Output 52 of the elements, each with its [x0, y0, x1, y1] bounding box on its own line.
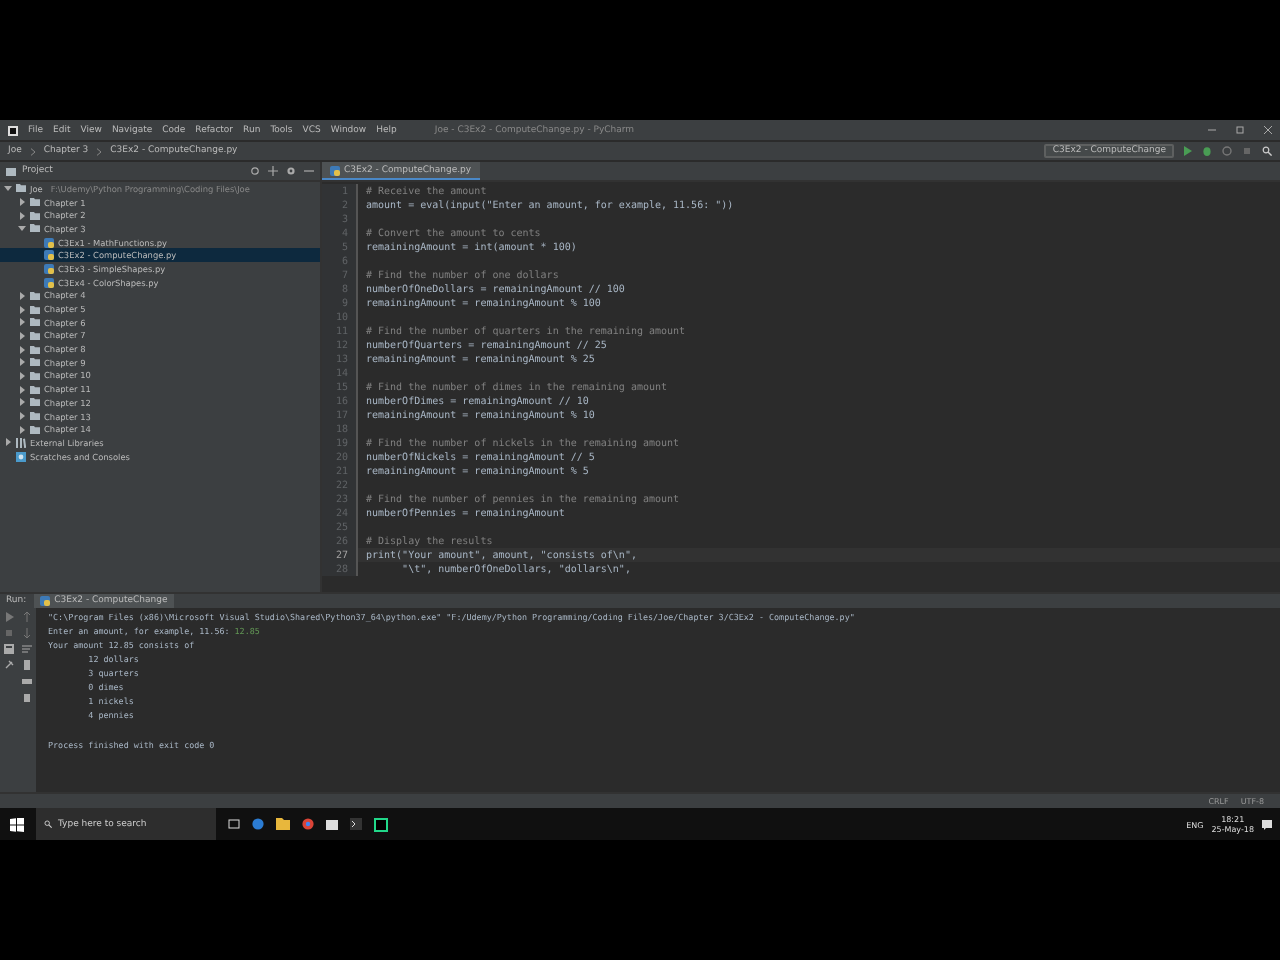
task-view-icon[interactable]	[228, 818, 240, 830]
python-file-icon	[40, 596, 51, 606]
layout-icon[interactable]	[3, 644, 14, 654]
expanded-arrow-icon[interactable]	[4, 184, 12, 193]
edge-icon[interactable]	[252, 818, 264, 830]
up-arrow-icon[interactable]	[22, 612, 33, 622]
pycharm-icon[interactable]	[374, 817, 388, 831]
collapsed-arrow-icon[interactable]	[18, 398, 26, 407]
close-icon[interactable]	[1264, 126, 1272, 134]
collapsed-arrow-icon[interactable]	[18, 425, 26, 434]
terminal-icon[interactable]	[350, 818, 362, 830]
chevron-icon	[29, 147, 36, 155]
collapsed-arrow-icon[interactable]	[18, 318, 26, 327]
search-icon[interactable]	[1262, 146, 1272, 156]
store-icon[interactable]	[326, 818, 338, 830]
hide-icon[interactable]	[304, 166, 314, 176]
scroll-icon[interactable]	[22, 660, 33, 670]
trash-icon[interactable]	[22, 692, 33, 702]
expanded-arrow-icon[interactable]	[18, 224, 26, 233]
library-icon	[16, 437, 26, 448]
chevron-icon	[96, 147, 103, 155]
settings-icon[interactable]	[286, 166, 296, 176]
print-icon[interactable]	[22, 676, 33, 686]
project-icon	[6, 167, 16, 175]
collapsed-arrow-icon[interactable]	[18, 412, 26, 421]
collapse-icon[interactable]	[268, 166, 278, 176]
notification-icon[interactable]	[1262, 819, 1272, 829]
collapsed-arrow-icon[interactable]	[18, 291, 26, 300]
down-arrow-icon[interactable]	[22, 628, 33, 638]
collapsed-arrow-icon[interactable]	[18, 371, 26, 380]
locate-icon[interactable]	[250, 166, 260, 176]
collapsed-arrow-icon[interactable]	[18, 211, 26, 220]
collapsed-arrow-icon[interactable]	[18, 358, 26, 367]
collapsed-arrow-icon[interactable]	[18, 331, 26, 340]
collapsed-arrow-icon[interactable]	[18, 198, 26, 207]
pin-icon[interactable]	[3, 660, 14, 670]
restore-icon[interactable]	[1236, 126, 1244, 134]
python-file-icon	[330, 165, 340, 175]
search-icon	[44, 820, 52, 828]
collapsed-arrow-icon[interactable]	[18, 385, 26, 394]
coverage-icon[interactable]	[1222, 146, 1232, 156]
file-explorer-icon[interactable]	[276, 818, 290, 830]
run-icon[interactable]	[1182, 146, 1192, 156]
collapsed-arrow-icon[interactable]	[18, 345, 26, 354]
bug-icon[interactable]	[1202, 146, 1212, 156]
rerun-icon[interactable]	[3, 612, 14, 622]
app-logo-icon	[8, 125, 18, 135]
chrome-icon[interactable]	[302, 818, 314, 830]
scratch-icon	[16, 451, 26, 462]
collapsed-arrow-icon[interactable]	[4, 438, 12, 447]
start-icon[interactable]	[10, 817, 24, 831]
collapsed-arrow-icon[interactable]	[18, 305, 26, 314]
